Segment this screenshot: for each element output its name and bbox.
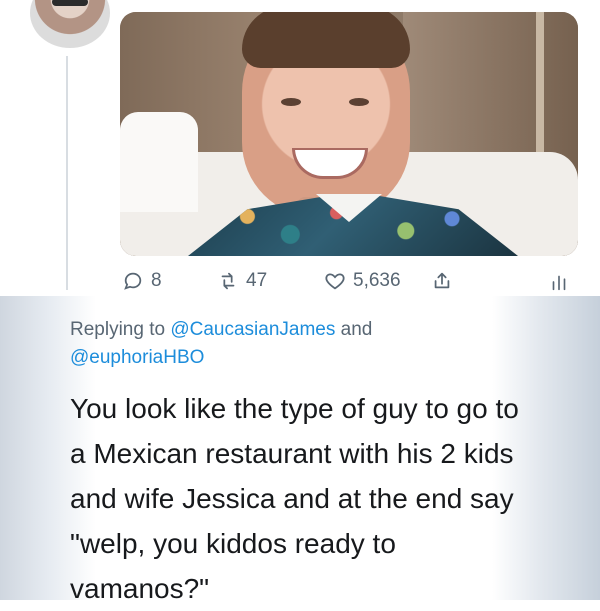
tweet-media-section: 8 47 5,636 xyxy=(0,0,600,296)
retweet-icon xyxy=(221,272,235,290)
photo-cushion xyxy=(120,112,198,212)
thread-line xyxy=(66,56,68,290)
analytics-button[interactable] xyxy=(548,271,570,293)
mention-euphoriahbo-link[interactable]: @euphoriaHBO xyxy=(70,347,204,368)
share-button[interactable] xyxy=(431,270,453,292)
photo-hair xyxy=(242,12,410,68)
reply-icon xyxy=(124,272,142,290)
avatar[interactable] xyxy=(30,0,110,48)
tweet-body-section: Replying to @CaucasianJames and @euphori… xyxy=(0,296,600,604)
photo-left-eye xyxy=(281,98,301,106)
reply-count: 8 xyxy=(151,270,162,291)
like-count: 5,636 xyxy=(353,270,401,291)
mention-caucasianjames-link[interactable]: @CaucasianJames xyxy=(170,319,335,340)
replying-prefix: Replying to xyxy=(70,319,171,340)
replying-line: Replying to @CaucasianJames and @euphori… xyxy=(70,316,544,372)
replying-and: and xyxy=(335,319,373,340)
like-button[interactable]: 5,636 xyxy=(324,270,401,292)
tweet-photo[interactable] xyxy=(120,12,578,256)
sunglasses-icon xyxy=(52,0,88,6)
analytics-icon xyxy=(552,275,566,291)
retweet-count: 47 xyxy=(246,270,268,291)
tweet-text: You look like the type of guy to go to a… xyxy=(70,393,519,604)
photo-right-eye xyxy=(349,98,369,106)
heart-icon xyxy=(325,273,345,290)
tweet-text-block: Replying to @CaucasianJames and @euphori… xyxy=(70,316,544,611)
retweet-button[interactable]: 47 xyxy=(217,270,267,292)
share-icon xyxy=(434,272,450,289)
reply-button[interactable]: 8 xyxy=(122,270,162,292)
